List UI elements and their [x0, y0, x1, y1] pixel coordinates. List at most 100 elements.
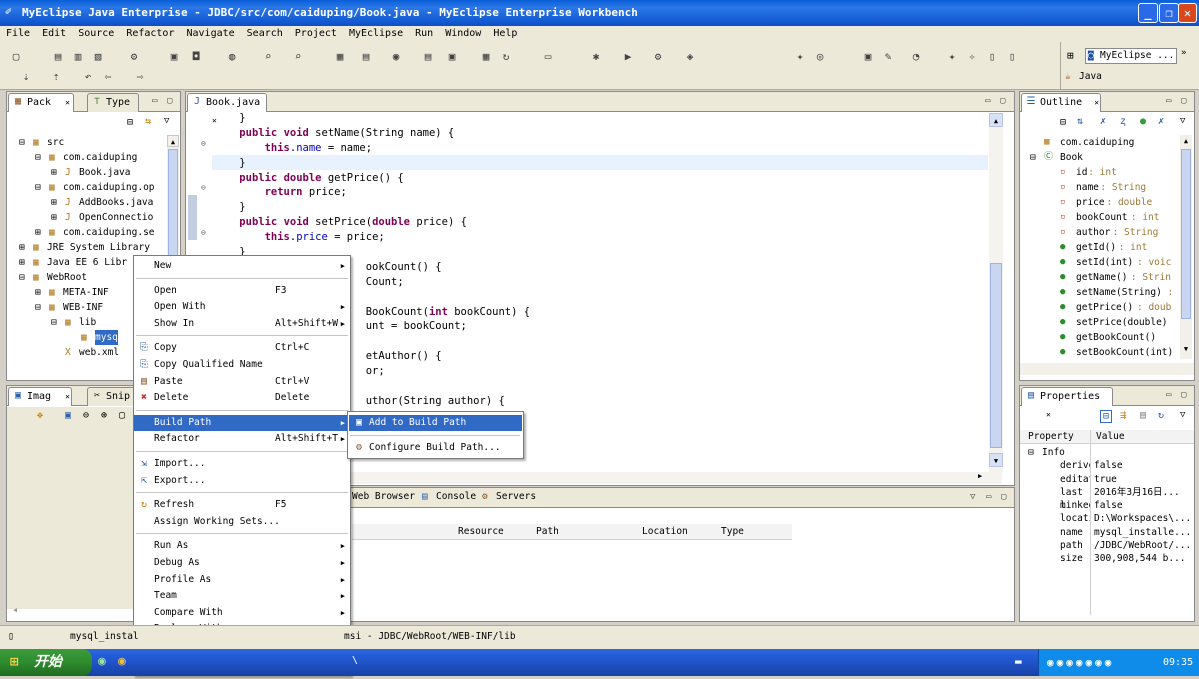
menu-file[interactable]: File [6, 28, 30, 39]
editor-scrollbar[interactable]: ▲ ▼ [989, 113, 1003, 473]
menu-refactor[interactable]: Refactor [126, 28, 174, 39]
close-icon[interactable]: ✕ [1094, 98, 1099, 107]
col-value[interactable]: Value [1096, 430, 1125, 444]
perspective-more-icon[interactable]: » [1181, 48, 1186, 58]
outline-item[interactable]: ● setId(int) : voic [1028, 255, 1180, 270]
maximize-view-icon[interactable]: ▢ [1181, 390, 1186, 400]
categories-icon[interactable]: ⊟ [1100, 410, 1113, 423]
filter-icon[interactable]: ▤ [1140, 410, 1146, 421]
open-type-icon[interactable]: ▤ [420, 50, 436, 64]
scroll-thumb[interactable] [990, 263, 1002, 448]
menu-item-profile-as[interactable]: Profile As ▶ [134, 572, 350, 588]
close-button[interactable]: ✕ [1178, 3, 1197, 23]
pan-icon[interactable]: ✥ [37, 410, 43, 421]
expand-icon[interactable]: ⊞ [19, 240, 25, 255]
outline-item[interactable]: Ⓒ ⊟ Book [1028, 150, 1180, 165]
menu-window[interactable]: Window [445, 28, 481, 39]
outline-item[interactable]: ▦ com.caiduping [1028, 135, 1180, 150]
menu-navigate[interactable]: Navigate [186, 28, 234, 39]
property-row[interactable]: locati D:\Workspaces\... [1026, 512, 1192, 525]
outline-item[interactable]: ● getId() : int [1028, 240, 1180, 255]
start-button[interactable]: ⊞ 开始 [0, 649, 92, 676]
col-type[interactable]: Type [721, 524, 744, 540]
next-annotation-icon[interactable]: ⇣ [18, 70, 34, 84]
link-editor-icon[interactable]: ⇆ [145, 116, 151, 127]
tab-book-java[interactable]: J Book.java ✕ [187, 93, 267, 125]
menu-search[interactable]: Search [247, 28, 283, 39]
hide-static-icon[interactable]: ⱬ [1120, 116, 1126, 128]
browser-icon[interactable]: ◉ [118, 654, 126, 669]
open-perspective-icon[interactable]: ⊞ [1067, 49, 1074, 62]
print-icon[interactable]: ▥ [70, 50, 86, 64]
advanced-icon[interactable]: ⇶ [1120, 410, 1126, 421]
sort-icon[interactable]: ⇅ [1077, 116, 1083, 127]
outline-item[interactable]: ▫ price : double [1028, 195, 1180, 210]
property-row[interactable]: last m 2016年3月16日... [1026, 486, 1192, 511]
col-path[interactable]: Path [536, 524, 559, 540]
gear-icon[interactable]: ◎ [812, 50, 828, 64]
tab-outline[interactable]: ☰ Outline ✕ [1021, 93, 1101, 112]
window-icon[interactable]: ▯ [1004, 50, 1020, 64]
menu-item-build-path[interactable]: Build Path ▶ [134, 414, 350, 431]
menu-run[interactable]: Run [415, 28, 433, 39]
hide-local-icon[interactable]: ✗ [1158, 116, 1164, 127]
tab-snippets[interactable]: ✂ Snip [87, 387, 137, 406]
tab-console[interactable]: ▤ Console [422, 491, 476, 502]
menu-item-paste[interactable]: ▤ Paste Ctrl+V [134, 374, 350, 390]
outline-item[interactable]: ● getPrice() : doub [1028, 300, 1180, 315]
menu-project[interactable]: Project [295, 28, 337, 39]
scroll-down-icon[interactable]: ▼ [989, 453, 1003, 467]
minimize-view-icon[interactable]: ▭ [985, 96, 990, 106]
menu-item-export[interactable]: ⇱ Export... [134, 473, 350, 489]
col-resource[interactable]: Resource [458, 524, 504, 540]
window-icon[interactable]: ▭ [540, 50, 556, 64]
minimize-view-icon[interactable]: ▭ [152, 96, 157, 106]
property-row[interactable]: path/JDBC/WebRoot/... [1026, 539, 1192, 552]
window-icon[interactable]: ▯ [984, 50, 1000, 64]
collapse-icon[interactable]: ⊟ [19, 270, 25, 285]
package-icon[interactable]: ▦ [332, 50, 348, 64]
tree-item[interactable]: ⊞ J OpenConnectio [9, 210, 167, 225]
menu-help[interactable]: Help [493, 28, 517, 39]
scroll-thumb[interactable] [168, 149, 178, 269]
tree-item[interactable]: ⊞ J AddBooks.java [9, 195, 167, 210]
fit-icon[interactable]: ▣ [65, 410, 71, 421]
print-icon[interactable]: ▧ [90, 50, 106, 64]
menu-item-compare-with[interactable]: Compare With ▶ [134, 605, 350, 621]
expand-icon[interactable]: ⊞ [19, 255, 25, 270]
perspective-myeclipse-button[interactable]: ◙ MyEclipse ... [1085, 48, 1177, 64]
search-icon[interactable]: ⌕ [260, 50, 276, 64]
property-row[interactable]: linked false [1026, 499, 1192, 512]
menu-item-team[interactable]: Team ▶ [134, 588, 350, 604]
ant-icon[interactable]: ▤ [358, 50, 374, 64]
col-property[interactable]: Property [1028, 430, 1074, 444]
outline-scrollbar[interactable]: ▲ ▼ [1180, 135, 1192, 359]
col-location[interactable]: Location [642, 524, 688, 540]
menu-item-add-to-build-path[interactable]: ▣ Add to Build Path [349, 415, 522, 431]
ext-tool-icon[interactable]: ⚙ [650, 50, 666, 64]
menu-item-refresh[interactable]: ↻ Refresh F5 [134, 497, 350, 513]
menu-item-open-with[interactable]: Open With ▶ [134, 299, 350, 315]
menu-item-copy[interactable]: ⎘ Copy Ctrl+C [134, 340, 350, 356]
view-menu-icon[interactable]: ▽ [164, 116, 169, 126]
scroll-left-icon[interactable]: ◀ [9, 604, 21, 616]
scroll-up-icon[interactable]: ▲ [989, 113, 1003, 127]
minimize-view-icon[interactable]: ▭ [1166, 390, 1171, 400]
outline-hscrollbar[interactable] [1020, 363, 1194, 375]
prev-annotation-icon[interactable]: ⇡ [48, 70, 64, 84]
zoom-out-icon[interactable]: ⊖ [83, 410, 89, 421]
quicklaunch-icon[interactable]: ◉ [98, 654, 106, 669]
tray-icons[interactable]: ◉◉◉◉◉◉◉ [1047, 649, 1114, 676]
open-icon[interactable]: ▣ [860, 50, 876, 64]
zoom-in-icon[interactable]: ⊕ [101, 410, 107, 421]
collapse-icon[interactable]: ⊟ [35, 300, 41, 315]
close-icon[interactable]: ✕ [65, 392, 70, 401]
property-row[interactable]: derive false [1026, 459, 1192, 472]
scroll-up-icon[interactable]: ▲ [167, 135, 179, 147]
outline-item[interactable]: ● setPrice(double) [1028, 315, 1180, 330]
coverage-icon[interactable]: ◈ [682, 50, 698, 64]
tree-item[interactable]: ⊟ ▦ com.caiduping.op [9, 180, 167, 195]
expand-icon[interactable]: ⊞ [51, 165, 57, 180]
menu-source[interactable]: Source [78, 28, 114, 39]
fold-icon[interactable]: ⊖ [201, 228, 206, 237]
